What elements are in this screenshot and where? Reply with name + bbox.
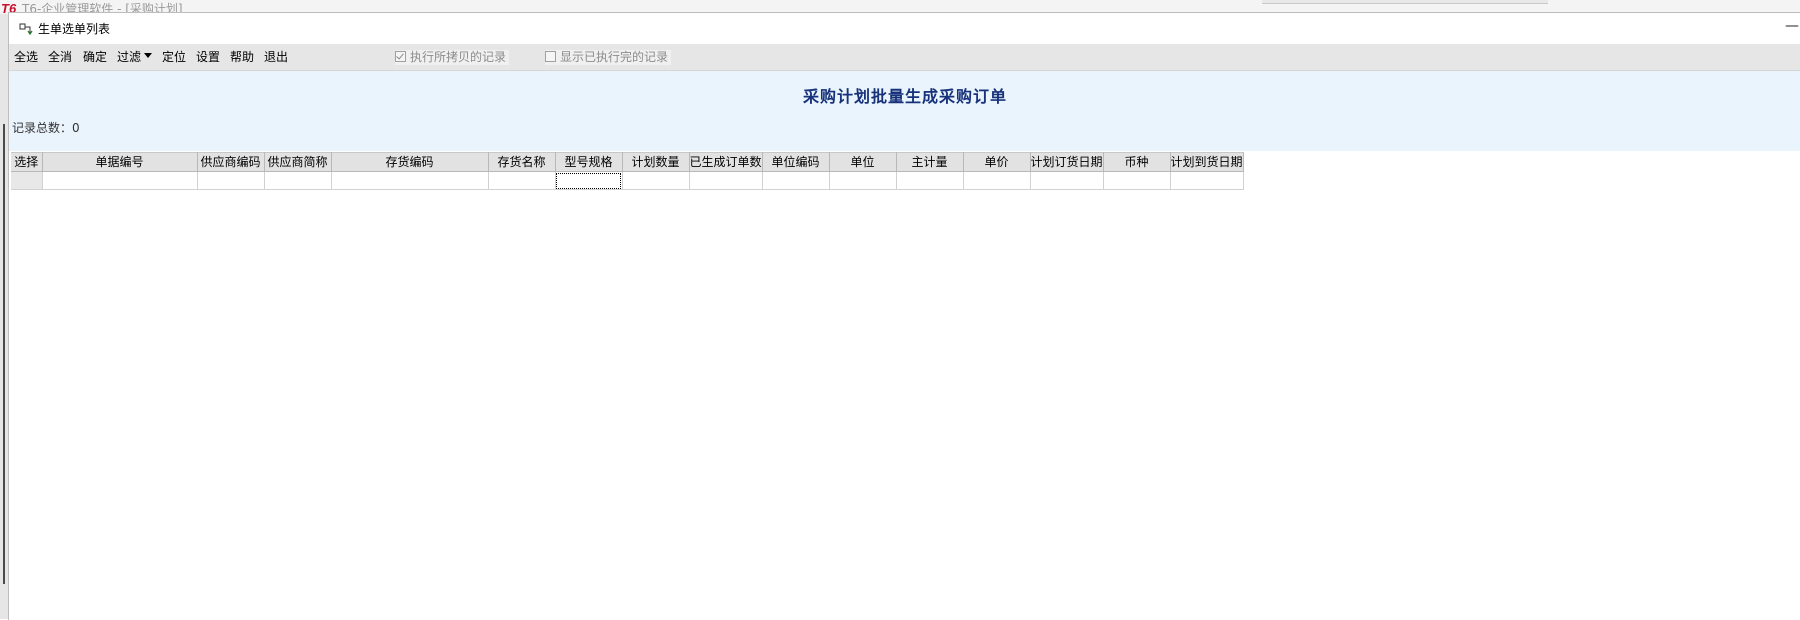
minimize-button[interactable]: — xyxy=(1785,16,1799,36)
grid-cell[interactable] xyxy=(1103,171,1171,190)
col-header-plan-order-date[interactable]: 计划订货日期 xyxy=(1030,152,1104,172)
table-row[interactable] xyxy=(11,171,1244,190)
page-title: 采购计划批量生成采购订单 xyxy=(802,87,1007,106)
col-header-unit-code[interactable]: 单位编码 xyxy=(762,152,830,172)
exit-button[interactable]: 退出 xyxy=(262,47,290,67)
background-divider xyxy=(3,124,5,584)
execute-copied-label: 执行所拷贝的记录 xyxy=(410,50,507,64)
background-app-left-edge xyxy=(0,14,8,619)
help-button[interactable]: 帮助 xyxy=(228,47,256,67)
order-grid: 选择 单据编号 供应商编码 供应商简称 存货编码 存货名称 型号规格 计划数量 … xyxy=(11,152,1244,190)
col-header-currency[interactable]: 币种 xyxy=(1103,152,1171,172)
select-list-dialog: 生单选单列表 — 全选 全消 确定 过滤 定位 设置 帮助 退出 执行所拷贝的记… xyxy=(8,12,1800,620)
grid-cell[interactable] xyxy=(1030,171,1104,190)
filter-button[interactable]: 过滤 xyxy=(115,47,143,67)
grid-cell[interactable] xyxy=(264,171,332,190)
col-header-model-spec[interactable]: 型号规格 xyxy=(555,152,623,172)
settings-button[interactable]: 设置 xyxy=(194,47,222,67)
col-header-supplier-code[interactable]: 供应商编码 xyxy=(197,152,265,172)
checkbox-checked-icon xyxy=(395,51,406,62)
locate-button[interactable]: 定位 xyxy=(160,47,188,67)
show-completed-label: 显示已执行完的记录 xyxy=(560,50,669,64)
select-all-button[interactable]: 全选 xyxy=(12,47,40,67)
col-header-select[interactable]: 选择 xyxy=(11,152,43,172)
col-header-plan-arrival-date[interactable]: 计划到货日期 xyxy=(1170,152,1244,172)
grid-cell[interactable] xyxy=(963,171,1031,190)
col-header-unit[interactable]: 单位 xyxy=(829,152,897,172)
col-header-generated-qty[interactable]: 已生成订单数 xyxy=(689,152,763,172)
grid-cell[interactable] xyxy=(762,171,830,190)
col-header-supplier-name[interactable]: 供应商简称 xyxy=(264,152,332,172)
grid-cell[interactable] xyxy=(829,171,897,190)
grid-cell-focused[interactable] xyxy=(555,171,623,190)
record-count: 记录总数：0 xyxy=(12,121,80,135)
dialog-app-icon xyxy=(19,23,33,36)
dialog-titlebar[interactable]: 生单选单列表 — xyxy=(9,13,1800,44)
col-header-inventory-name[interactable]: 存货名称 xyxy=(488,152,556,172)
grid-cell[interactable] xyxy=(42,171,198,190)
col-header-inventory-code[interactable]: 存货编码 xyxy=(331,152,489,172)
toolbar: 全选 全消 确定 过滤 定位 设置 帮助 退出 执行所拷贝的记录 显示已执行完的… xyxy=(9,44,1800,71)
grid-cell[interactable] xyxy=(488,171,556,190)
grid-cell[interactable] xyxy=(689,171,763,190)
col-header-doc-number[interactable]: 单据编号 xyxy=(42,152,198,172)
grid-cell[interactable] xyxy=(622,171,690,190)
col-header-unit-price[interactable]: 单价 xyxy=(963,152,1031,172)
checkbox-unchecked-icon xyxy=(545,51,556,62)
grid-cell[interactable] xyxy=(1170,171,1244,190)
grid-cell[interactable] xyxy=(331,171,489,190)
col-header-main-unit[interactable]: 主计量 xyxy=(896,152,964,172)
confirm-button[interactable]: 确定 xyxy=(81,47,109,67)
list-header-area: 采购计划批量生成采购订单 记录总数：0 xyxy=(9,71,1800,151)
grid-cell[interactable] xyxy=(11,171,43,190)
filter-dropdown-arrow-icon[interactable] xyxy=(144,53,152,58)
grid-cell[interactable] xyxy=(896,171,964,190)
execute-copied-checkbox[interactable]: 执行所拷贝的记录 xyxy=(395,50,510,65)
deselect-all-button[interactable]: 全消 xyxy=(46,47,74,67)
show-completed-checkbox[interactable]: 显示已执行完的记录 xyxy=(545,50,672,65)
grid-cell[interactable] xyxy=(197,171,265,190)
grid-header-row: 选择 单据编号 供应商编码 供应商简称 存货编码 存货名称 型号规格 计划数量 … xyxy=(11,152,1244,172)
background-popup-edge xyxy=(1262,0,1548,4)
col-header-plan-qty[interactable]: 计划数量 xyxy=(622,152,690,172)
dialog-title: 生单选单列表 xyxy=(38,22,111,36)
